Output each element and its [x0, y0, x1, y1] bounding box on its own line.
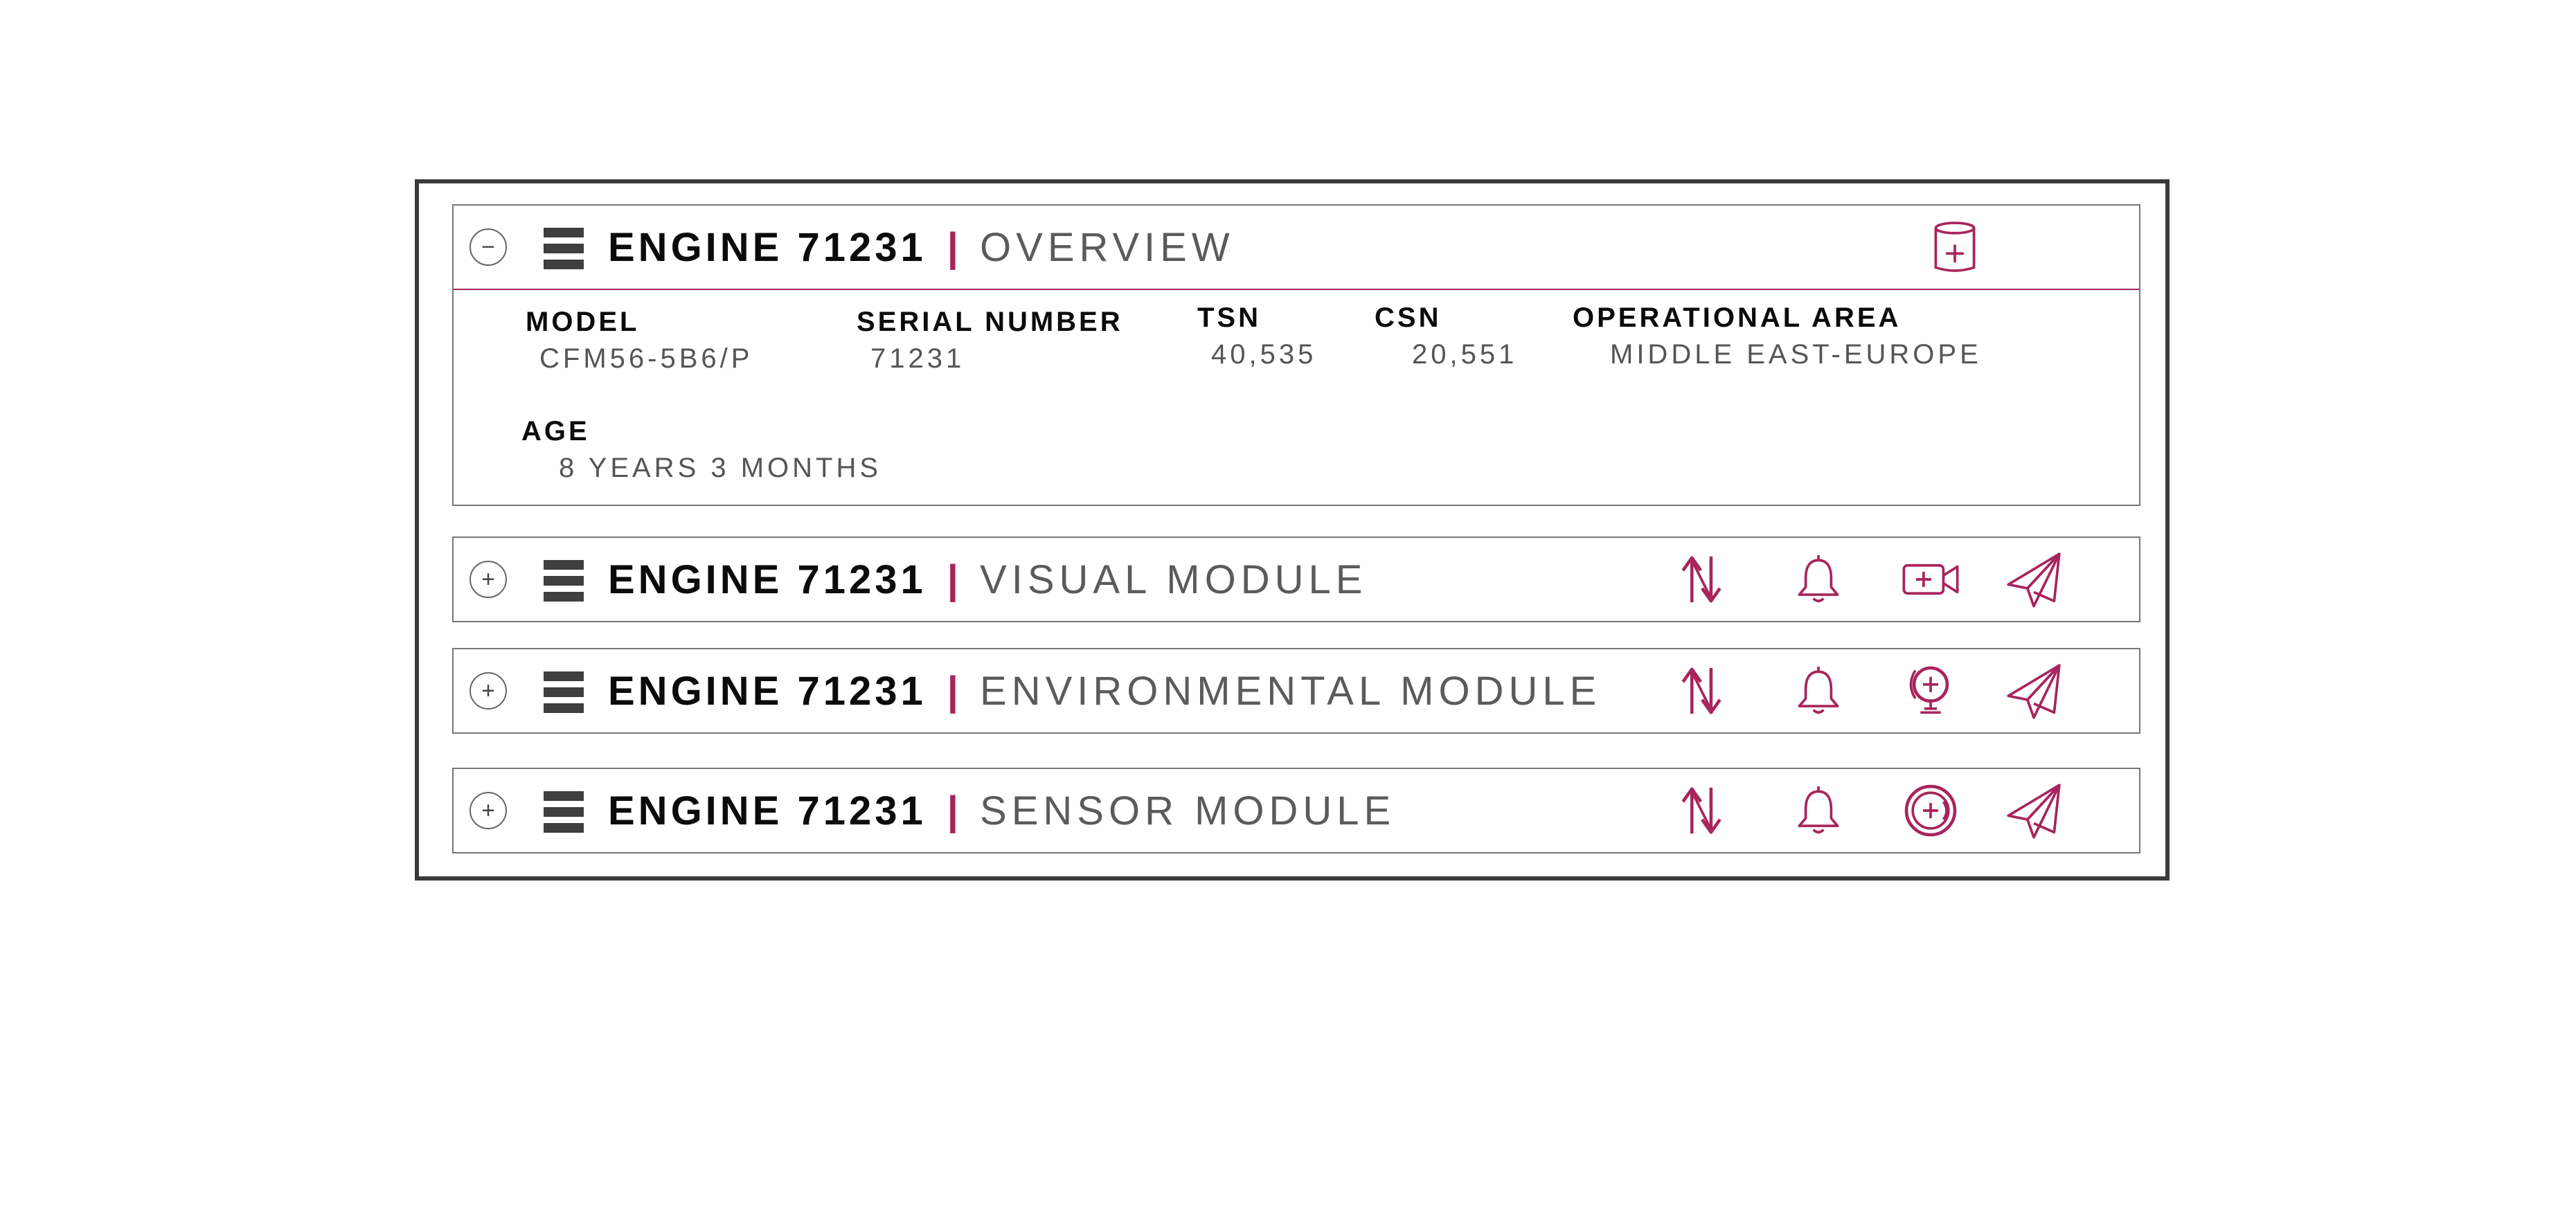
- sensor-plus-icon[interactable]: [1899, 779, 1962, 842]
- field-serial-number: SERIAL NUMBER 71231: [857, 307, 1123, 374]
- panel-sensor-module: + ENGINE 71231 | SENSOR MODULE: [452, 768, 2140, 854]
- expand-toggle-button[interactable]: +: [469, 561, 507, 598]
- transfer-arrows-icon[interactable]: [1670, 779, 1734, 842]
- title-separator: |: [947, 557, 963, 602]
- field-label: MODEL: [526, 307, 640, 337]
- field-label: TSN: [1197, 302, 1261, 333]
- engine-modules-frame: − ENGINE 71231 | OVERVIEW MODEL CFM56-5B…: [415, 179, 2170, 881]
- transfer-arrows-icon[interactable]: [1670, 659, 1734, 723]
- bell-icon[interactable]: [1787, 548, 1850, 611]
- database-plus-icon[interactable]: [1923, 215, 1987, 279]
- field-model: MODEL CFM56-5B6/P: [526, 307, 753, 374]
- field-label: AGE: [521, 416, 590, 446]
- panel-environmental-module: + ENGINE 71231 | ENVIRONMENTAL MODULE: [452, 648, 2140, 734]
- field-value: 71231: [870, 343, 965, 374]
- module-name: ENVIRONMENTAL MODULE: [980, 668, 1602, 714]
- field-value: CFM56-5B6/P: [539, 343, 753, 374]
- module-name: OVERVIEW: [980, 224, 1235, 270]
- panel-header: − ENGINE 71231 | OVERVIEW: [454, 206, 2139, 289]
- menu-icon[interactable]: [544, 228, 584, 269]
- video-camera-plus-icon[interactable]: [1899, 548, 1962, 611]
- field-value: 20,551: [1412, 339, 1518, 370]
- panel-title: ENGINE 71231 | ENVIRONMENTAL MODULE: [608, 665, 1601, 717]
- engine-name: ENGINE 71231: [608, 668, 927, 714]
- field-tsn: TSN 40,535: [1197, 302, 1316, 370]
- expand-toggle-button[interactable]: +: [469, 792, 507, 829]
- panel-title: ENGINE 71231 | VISUAL MODULE: [608, 553, 1367, 606]
- field-label: SERIAL NUMBER: [857, 307, 1123, 337]
- panel-header: + ENGINE 71231 | ENVIRONMENTAL MODULE: [454, 649, 2139, 732]
- menu-icon[interactable]: [544, 791, 584, 833]
- menu-icon[interactable]: [544, 560, 584, 602]
- collapse-toggle-button[interactable]: −: [469, 228, 507, 266]
- title-separator: |: [947, 788, 963, 833]
- engine-name: ENGINE 71231: [608, 224, 927, 270]
- overview-details: MODEL CFM56-5B6/P SERIAL NUMBER 71231 TS…: [454, 290, 2139, 505]
- field-value: 40,535: [1211, 339, 1317, 370]
- expand-toggle-button[interactable]: +: [469, 672, 507, 710]
- field-label: CSN: [1375, 302, 1442, 333]
- panel-visual-module: + ENGINE 71231 | VISUAL MODULE: [452, 536, 2140, 622]
- engine-name: ENGINE 71231: [608, 557, 927, 602]
- panel-overview: − ENGINE 71231 | OVERVIEW MODEL CFM56-5B…: [452, 204, 2140, 506]
- field-age: AGE 8 YEARS 3 MONTHS: [521, 416, 882, 484]
- panel-title: ENGINE 71231 | SENSOR MODULE: [608, 784, 1395, 837]
- field-csn: CSN 20,551: [1375, 302, 1517, 370]
- field-value: 8 YEARS 3 MONTHS: [559, 453, 882, 483]
- module-name: SENSOR MODULE: [980, 788, 1396, 833]
- title-separator: |: [947, 224, 963, 270]
- panel-title: ENGINE 71231 | OVERVIEW: [608, 221, 1235, 273]
- bell-icon[interactable]: [1787, 659, 1850, 723]
- title-separator: |: [947, 668, 963, 714]
- paper-plane-icon[interactable]: [2002, 659, 2066, 723]
- module-name: VISUAL MODULE: [980, 557, 1368, 602]
- transfer-arrows-icon[interactable]: [1670, 548, 1734, 611]
- panel-header: + ENGINE 71231 | SENSOR MODULE: [454, 769, 2139, 852]
- paper-plane-icon[interactable]: [2002, 779, 2066, 842]
- panel-header: + ENGINE 71231 | VISUAL MODULE: [454, 538, 2139, 621]
- engine-name: ENGINE 71231: [608, 788, 927, 833]
- field-operational-area: OPERATIONAL AREA MIDDLE EAST-EUROPE: [1573, 302, 1982, 370]
- paper-plane-icon[interactable]: [2002, 548, 2066, 611]
- globe-plus-icon[interactable]: [1899, 659, 1962, 723]
- bell-icon[interactable]: [1787, 779, 1850, 842]
- field-value: MIDDLE EAST-EUROPE: [1610, 339, 1982, 370]
- menu-icon[interactable]: [544, 671, 584, 713]
- field-label: OPERATIONAL AREA: [1573, 302, 1902, 333]
